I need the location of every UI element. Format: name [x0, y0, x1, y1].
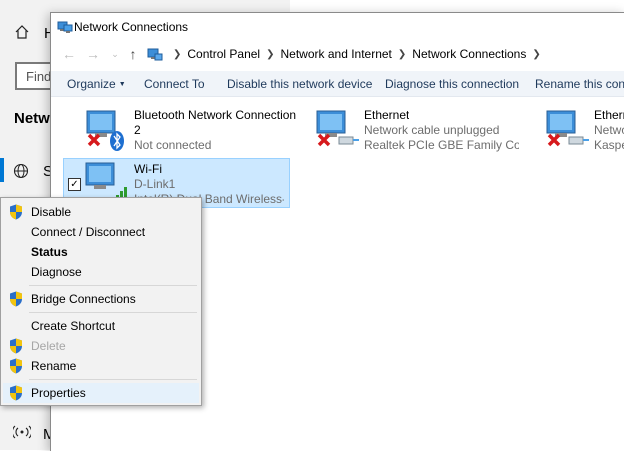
connection-name: Wi-Fi: [134, 162, 162, 176]
recent-locations-chevron-icon[interactable]: ⌄: [107, 46, 123, 62]
breadcrumb-control-panel[interactable]: Control Panel: [187, 47, 260, 61]
breadcrumb-network-connections[interactable]: Network Connections: [412, 47, 526, 61]
disable-device-button[interactable]: Disable this network device: [227, 77, 372, 91]
menu-separator: [29, 285, 197, 286]
connection-item-ethernet-2[interactable]: Ethern Netwo Kaspe: [543, 105, 624, 155]
breadcrumb-separator-icon[interactable]: ❯: [532, 49, 540, 60]
dropdown-caret-icon: ▼: [118, 81, 126, 88]
menu-item-bridge-connections[interactable]: Bridge Connections: [3, 289, 199, 309]
uac-shield-icon: [10, 204, 22, 220]
connection-status: Netwo: [594, 123, 624, 137]
menu-item-properties[interactable]: Properties: [3, 383, 199, 403]
menu-item-connect-disconnect[interactable]: Connect / Disconnect: [3, 222, 199, 242]
title-bar[interactable]: Network Connections: [51, 13, 624, 41]
network-connections-icon: [57, 21, 73, 33]
connection-device: Kaspe: [594, 138, 624, 152]
connection-item-bluetooth[interactable]: Bluetooth Network Connection 2 Not conne…: [81, 105, 296, 155]
connection-item-ethernet[interactable]: Ethernet Network cable unplugged Realtek…: [313, 105, 523, 155]
selected-indicator: [0, 158, 4, 182]
menu-item-disable[interactable]: Disable: [3, 202, 199, 222]
uac-shield-icon: [10, 291, 22, 307]
menu-separator: [29, 379, 197, 380]
organize-menu-button[interactable]: Organize ▼: [67, 77, 126, 91]
selection-checkbox[interactable]: ✓: [68, 178, 81, 191]
home-icon[interactable]: [14, 24, 30, 40]
connection-status: D-Link1: [134, 177, 176, 191]
uac-shield-icon: [10, 338, 22, 354]
breadcrumb-separator-icon[interactable]: ❯: [266, 49, 274, 60]
ethernet-adapter-icon: [546, 110, 589, 147]
globe-icon[interactable]: [13, 163, 29, 179]
menu-separator: [29, 312, 197, 313]
window-title: Network Connections: [74, 20, 189, 34]
menu-item-label: Delete: [31, 339, 66, 353]
diagnose-connection-button[interactable]: Diagnose this connection: [385, 77, 519, 91]
menu-item-label: Properties: [31, 386, 86, 400]
menu-item-label: Disable: [31, 205, 72, 219]
control-panel-icon: [147, 48, 163, 61]
ethernet-adapter-icon: [316, 110, 359, 147]
forward-arrow-icon[interactable]: →: [85, 46, 101, 62]
connection-name: Ethernet: [364, 108, 410, 122]
menu-item-label: Status: [31, 245, 68, 259]
menu-item-diagnose[interactable]: Diagnose: [3, 262, 199, 282]
connection-name-line2: 2: [134, 123, 141, 137]
menu-item-label: Create Shortcut: [31, 319, 116, 333]
breadcrumb: ❯ Control Panel ❯ Network and Internet ❯…: [167, 47, 547, 61]
connection-name: Ethern: [594, 108, 624, 122]
menu-item-label: Connect / Disconnect: [31, 225, 146, 239]
uac-shield-icon: [10, 385, 22, 401]
breadcrumb-separator-icon[interactable]: ❯: [398, 49, 406, 60]
cellular-icon[interactable]: [13, 425, 31, 439]
menu-item-label: Rename: [31, 359, 77, 373]
rename-connection-button[interactable]: Rename this connec: [535, 77, 624, 91]
connection-name: Bluetooth Network Connection: [134, 108, 297, 122]
command-bar: Organize ▼ Connect To Disable this networ…: [51, 71, 624, 97]
connect-to-button[interactable]: Connect To: [144, 77, 205, 91]
menu-item-status[interactable]: Status: [3, 242, 199, 262]
menu-item-delete: Delete: [3, 336, 199, 356]
back-arrow-icon[interactable]: ←: [61, 46, 77, 62]
breadcrumb-separator-icon[interactable]: ❯: [173, 49, 181, 60]
up-arrow-icon[interactable]: ↑: [125, 46, 141, 62]
connection-status: Network cable unplugged: [364, 123, 500, 137]
settings-search-placeholder: Find: [26, 69, 52, 84]
connection-status: Not connected: [134, 138, 212, 152]
menu-item-create-shortcut[interactable]: Create Shortcut: [3, 316, 199, 336]
breadcrumb-network-and-internet[interactable]: Network and Internet: [281, 47, 392, 61]
context-menu: Disable Connect / Disconnect Status Diag…: [0, 197, 202, 406]
bluetooth-adapter-icon: [86, 110, 124, 151]
connection-device: Realtek PCIe GBE Family Cont...: [364, 138, 519, 152]
menu-item-rename[interactable]: Rename: [3, 356, 199, 376]
uac-shield-icon: [10, 358, 22, 374]
menu-item-label: Bridge Connections: [31, 292, 136, 306]
menu-item-label: Diagnose: [31, 265, 82, 279]
